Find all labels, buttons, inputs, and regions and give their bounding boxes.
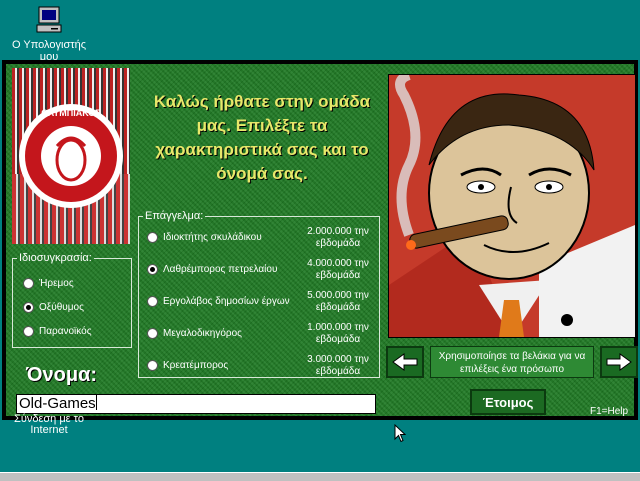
next-portrait-button[interactable] [600,346,638,378]
temperament-group: Ιδιοσυγκρασία: Ήρεμος Οξύθυμος Παρανοϊκό… [12,252,132,348]
radio-button-selected[interactable] [147,264,158,275]
profession-option-5[interactable]: Κρεατέμπορος [147,360,228,371]
profession-income-4: 1.000.000 την εβδομάδα [307,322,369,345]
radio-button-selected[interactable] [23,302,34,313]
profession-option-3[interactable]: Εργολάβος δημοσίων έργων [147,296,290,307]
crest-icon: ΟΛΥΜΠΙΑΚΟΣ [19,104,123,208]
previous-portrait-button[interactable] [386,346,424,378]
left-arrow-icon [392,353,418,371]
temperament-option-hot-tempered[interactable]: Οξύθυμος [23,302,84,313]
ready-button[interactable]: Έτοιμος [470,389,546,415]
desktop-icon-my-computer[interactable]: Ο Υπολογιστής μου [6,4,92,63]
portrait-navigation: Χρησιμοποίησε τα βελάκια για να επιλέξει… [386,346,638,380]
desktop-icon-internet[interactable]: Σύνδεση με το Internet [6,414,92,436]
profession-income-2: 4.000.000 την εβδομάδα [307,258,369,281]
olympiakos-crest-image: ΟΛΥΜΠΙΑΚΟΣ [12,68,130,244]
right-arrow-icon [606,353,632,371]
name-input[interactable]: Old-Games [16,394,376,414]
mouse-pointer-icon [394,424,406,443]
character-portrait [388,74,636,338]
radio-button[interactable] [23,278,34,289]
navigation-hint: Χρησιμοποίησε τα βελάκια για να επιλέξει… [430,346,594,378]
profession-group: Επάγγελμα: Ιδιοκτήτης σκυλάδικου 2.000.0… [138,210,380,378]
temperament-option-paranoid[interactable]: Παρανοϊκός [23,326,92,337]
radio-button[interactable] [147,328,158,339]
character-setup-screen: ΟΛΥΜΠΙΑΚΟΣ Καλώς ήρθατε στην ομάδα μας. … [6,64,638,417]
welcome-title: Καλώς ήρθατε στην ομάδα μας. Επιλέξτε τα… [153,92,371,183]
profession-option-2[interactable]: Λαθρέμπορος πετρελαίου [147,264,277,275]
profession-income-3: 5.000.000 την εβδομάδα [307,290,369,313]
radio-button[interactable] [147,232,158,243]
svg-text:ΟΛΥΜΠΙΑΚΟΣ: ΟΛΥΜΠΙΑΚΟΣ [41,108,101,118]
computer-icon [36,6,62,33]
profession-legend: Επάγγελμα: [145,210,204,222]
temperament-legend: Ιδιοσυγκρασία: [19,252,92,264]
temperament-option-calm[interactable]: Ήρεμος [23,278,74,289]
text-caret [95,395,97,410]
radio-button[interactable] [23,326,34,337]
radio-button[interactable] [147,360,158,371]
portrait-illustration [389,75,635,337]
profession-income-1: 2.000.000 την εβδομάδα [307,226,369,249]
profession-income-5: 3.000.000 την εβδομάδα [307,354,369,377]
internet-icon-label: Σύνδεση με το Internet [14,413,84,436]
help-hint: F1=Help [590,406,629,417]
name-label: Όνομα: [26,364,98,386]
profession-option-1[interactable]: Ιδιοκτήτης σκυλάδικου [147,232,262,243]
radio-button[interactable] [147,296,158,307]
profession-option-4[interactable]: Μεγαλοδικηγόρος [147,328,242,339]
game-window: ΟΛΥΜΠΙΑΚΟΣ Καλώς ήρθατε στην ομάδα μας. … [2,60,638,420]
